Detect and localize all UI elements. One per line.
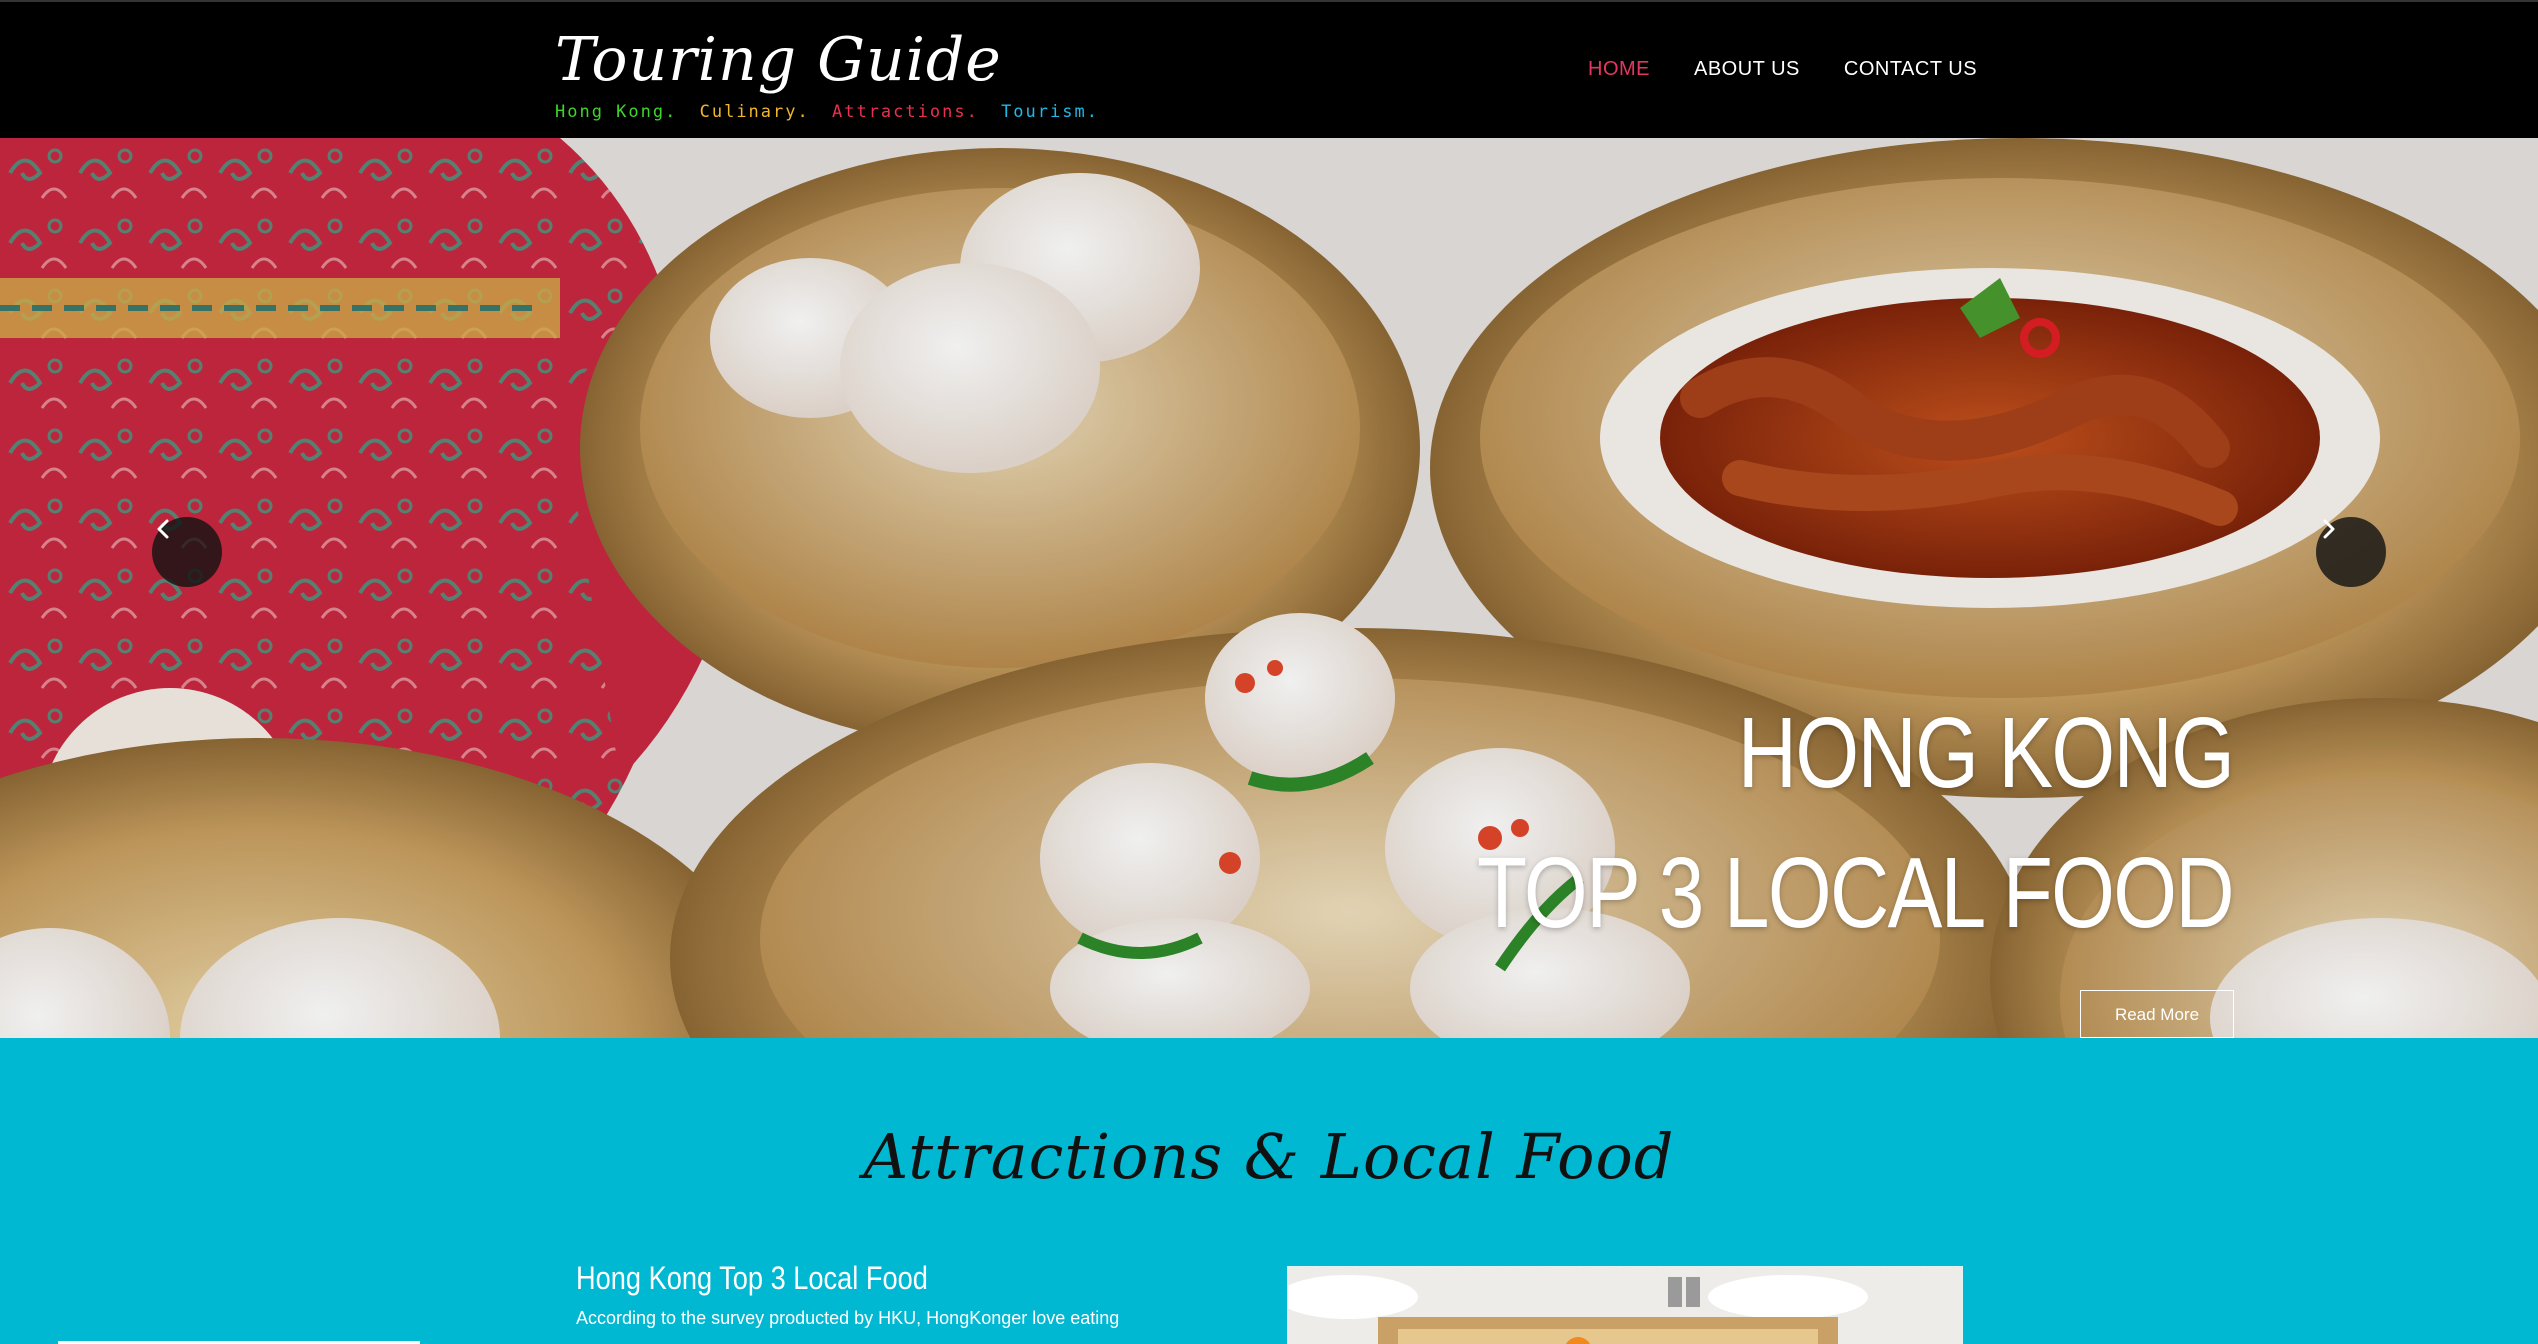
post-thumbnail[interactable] [1287,1266,1963,1344]
nav-home[interactable]: HOME [1588,58,1650,81]
tagline-attractions: Attractions. [831,102,979,122]
slider-prev-button[interactable] [152,517,222,587]
nav-about-us[interactable]: ABOUT US [1694,58,1800,81]
post-title-link[interactable]: Hong Kong Top 3 Local Food [576,1260,928,1297]
section-title: Attractions & Local Food [863,1120,1675,1193]
tagline-tourism: Tourism. [1001,102,1099,122]
main-nav: HOME ABOUT US CONTACT US [1588,58,1977,81]
chevron-right-icon [2323,519,2335,539]
hero-caption-line1: HONG KONG [1737,697,2235,809]
site-logo[interactable]: Touring Guide Hong Kong. Culinary. Attra… [555,20,1109,122]
hero-caption-line2: TOP 3 LOCAL FOOD [1476,837,2235,949]
logo-title: Touring Guide [555,25,1002,95]
read-more-button[interactable]: Read More [2080,990,2234,1038]
post-excerpt: According to the survey producted by HKU… [576,1308,1120,1328]
slider-next-button[interactable] [2316,517,2386,587]
tagline-hong-kong: Hong Kong. [555,102,678,122]
hero-slider: 無 [0,138,2538,1038]
post-thumbnail-image [1288,1267,1962,1344]
logo-tagline: Hong Kong. Culinary. Attractions. Touris… [555,102,1109,122]
chevron-left-icon [157,519,169,539]
tagline-culinary: Culinary. [699,102,810,122]
attractions-section: Attractions & Local Food Hong Kong Top 3… [0,1038,2538,1344]
nav-contact-us[interactable]: CONTACT US [1844,58,1977,81]
top-navbar: Touring Guide Hong Kong. Culinary. Attra… [0,0,2538,138]
